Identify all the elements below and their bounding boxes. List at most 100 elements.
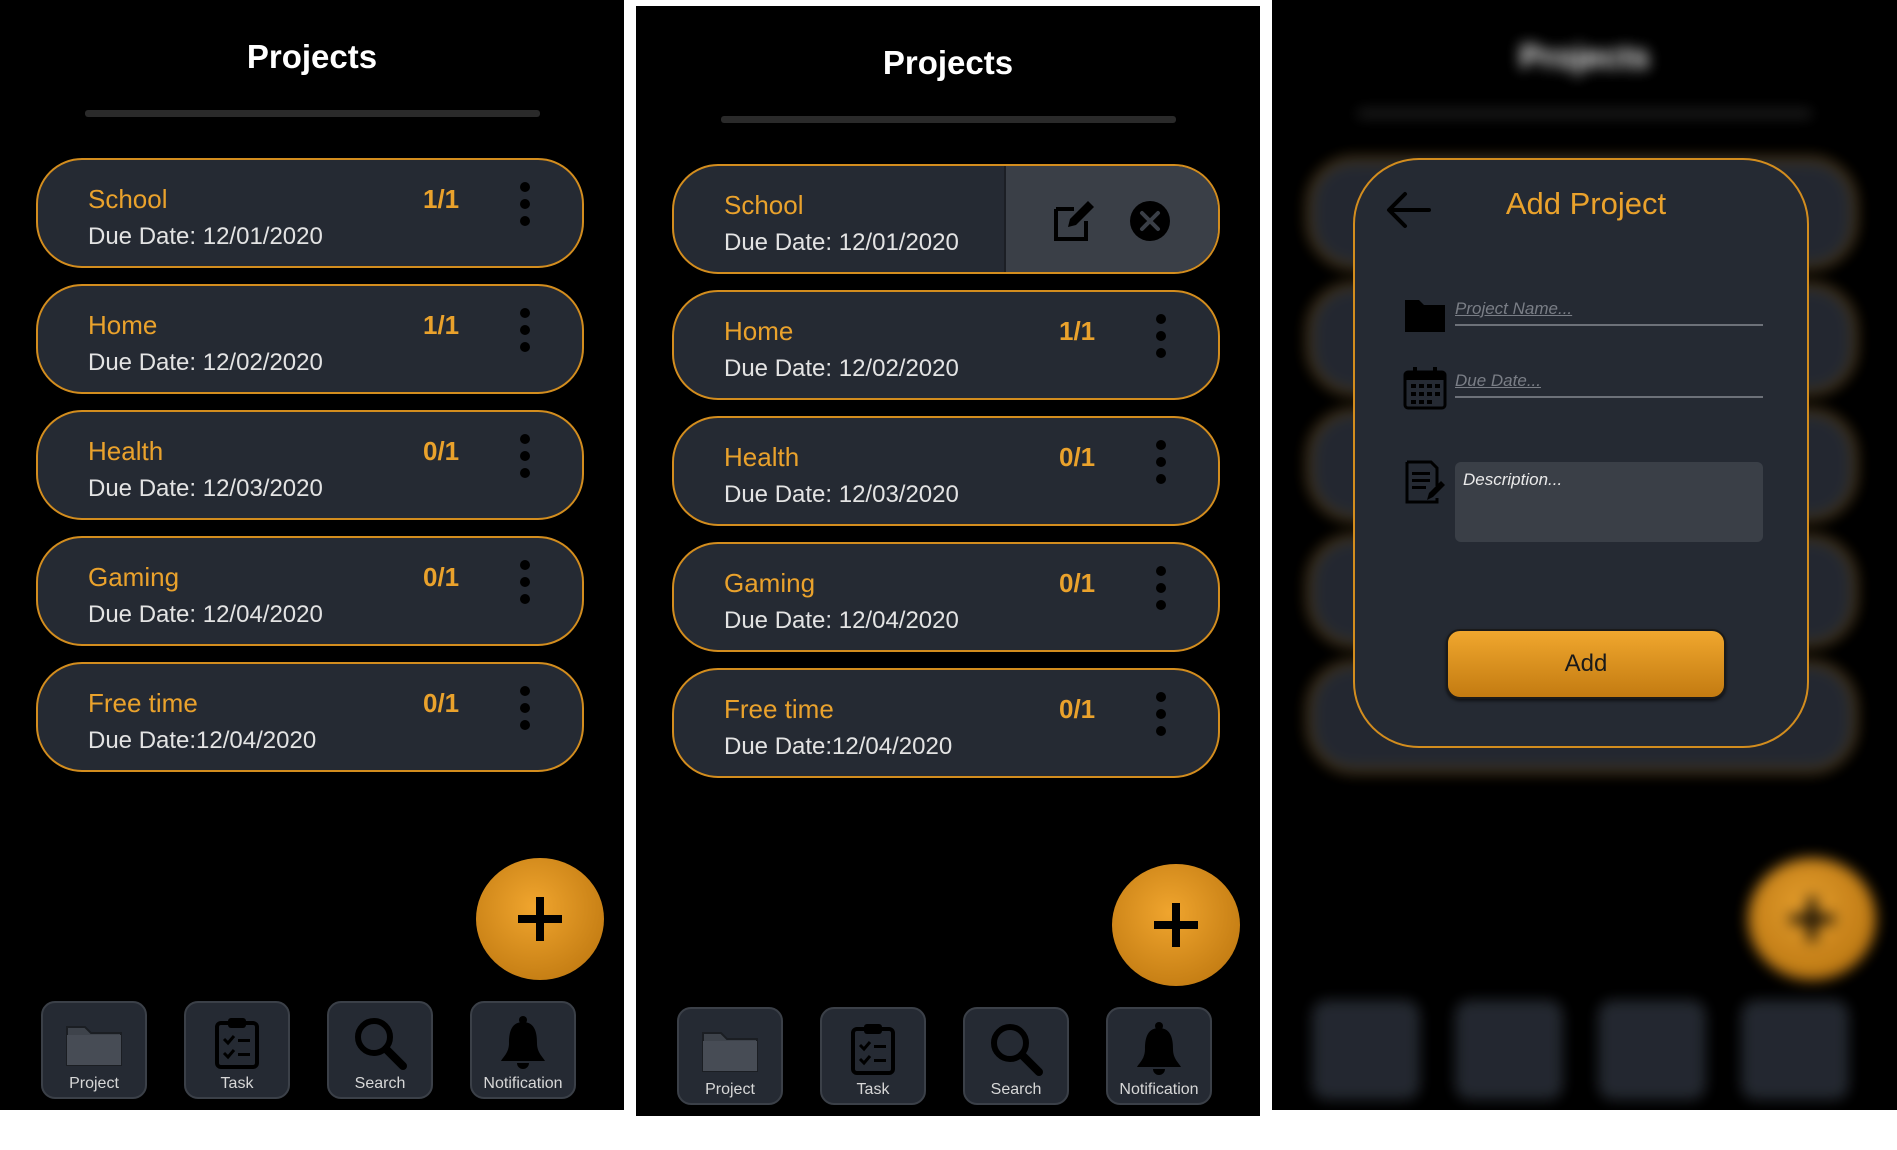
project-progress-count: 0/1 <box>423 688 460 718</box>
nav-label: Notification <box>483 1075 563 1092</box>
nav-task-button <box>1456 1001 1562 1099</box>
add-project-dialog: Add Project Add <box>1353 158 1809 748</box>
project-due-date: Due Date: 12/04/2020 <box>88 601 323 628</box>
project-card-health[interactable]: Health Due Date: 12/03/2020 0/1 <box>672 416 1220 526</box>
project-progress-count: 0/1 <box>423 436 460 466</box>
project-progress-count: 0/1 <box>1059 442 1096 472</box>
calendar-icon <box>1403 366 1447 410</box>
clipboard-icon <box>843 1021 903 1077</box>
nav-notification-button <box>1742 1001 1848 1099</box>
page-title: Projects <box>246 38 378 75</box>
add-project-button[interactable] <box>1112 864 1240 986</box>
bell-icon <box>493 1015 553 1071</box>
folder-icon <box>1403 294 1447 338</box>
projects-screen-swipe: Projects School Due Date: 12/01/2020 Hom… <box>636 6 1260 1116</box>
project-due-date: Due Date: 12/03/2020 <box>724 481 959 508</box>
project-progress-count: 1/1 <box>423 310 460 340</box>
project-card-health[interactable]: Health Due Date: 12/03/2020 0/1 <box>36 410 584 520</box>
add-button[interactable]: Add <box>1446 629 1726 699</box>
project-name: Health <box>724 442 800 472</box>
nav-task-button[interactable]: Task <box>184 1001 290 1099</box>
nav-task-button[interactable]: Task <box>820 1007 926 1105</box>
clipboard-icon <box>207 1015 267 1071</box>
dialog-title: Add Project <box>1505 186 1667 221</box>
project-due-date: Due Date:12/04/2020 <box>724 733 953 760</box>
delete-button[interactable] <box>1126 197 1174 245</box>
edit-button[interactable] <box>1050 197 1098 245</box>
project-card-school[interactable]: School Due Date: 12/01/2020 1/1 <box>36 158 584 268</box>
project-due-date: Due Date: 12/02/2020 <box>724 355 959 382</box>
nav-label: Search <box>354 1075 406 1092</box>
nav-label: Task <box>220 1075 254 1092</box>
project-card-gaming[interactable]: Gaming Due Date: 12/04/2020 0/1 <box>672 542 1220 652</box>
notes-icon <box>1403 460 1447 504</box>
more-options-icon[interactable] <box>1144 564 1178 612</box>
nav-notification-button[interactable]: Notification <box>1106 1007 1212 1105</box>
project-progress-count: 0/1 <box>1059 568 1096 598</box>
project-name: Health <box>88 436 164 466</box>
nav-label: Project <box>69 1075 119 1092</box>
project-progress-count: 0/1 <box>1059 694 1096 724</box>
more-options-icon[interactable] <box>508 558 542 606</box>
plus-icon <box>1790 897 1834 941</box>
folder-icon <box>64 1015 124 1071</box>
nav-project-button <box>1313 1001 1419 1099</box>
search-icon <box>350 1015 410 1071</box>
plus-icon <box>518 897 562 941</box>
project-name: Gaming <box>88 562 180 592</box>
project-name: Home <box>88 310 158 340</box>
more-options-icon[interactable] <box>508 306 542 354</box>
project-progress-count: 1/1 <box>1059 316 1096 346</box>
project-name: Free time <box>88 688 198 718</box>
nav-notification-button[interactable]: Notification <box>470 1001 576 1099</box>
plus-icon <box>1154 903 1198 947</box>
project-due-date: Due Date: 12/01/2020 <box>88 223 323 250</box>
page-title: Projects <box>1519 38 1650 75</box>
project-card-free-time[interactable]: Free time Due Date:12/04/2020 0/1 <box>672 668 1220 778</box>
project-name-field[interactable] <box>1455 294 1763 326</box>
project-name: Home <box>724 316 794 346</box>
nav-label: Notification <box>1119 1081 1199 1098</box>
more-options-icon[interactable] <box>508 432 542 480</box>
title-divider <box>721 116 1176 123</box>
project-due-date: Due Date: 12/01/2020 <box>724 229 959 256</box>
project-name: Gaming <box>724 568 816 598</box>
more-options-icon[interactable] <box>508 684 542 732</box>
more-options-icon[interactable] <box>1144 438 1178 486</box>
project-name: School <box>724 190 804 220</box>
project-card-home[interactable]: Home Due Date: 12/02/2020 1/1 <box>36 284 584 394</box>
project-name: Free time <box>724 694 834 724</box>
search-icon <box>986 1021 1046 1077</box>
add-project-screen: Projects Add Project Add <box>1272 0 1897 1110</box>
nav-project-button[interactable]: Project <box>41 1001 147 1099</box>
swipe-action-panel <box>1004 166 1218 272</box>
more-options-icon[interactable] <box>1144 690 1178 738</box>
description-field[interactable] <box>1455 462 1763 542</box>
add-project-button <box>1748 858 1876 980</box>
bell-icon <box>1129 1021 1189 1077</box>
more-options-icon[interactable] <box>1144 312 1178 360</box>
due-date-field[interactable] <box>1455 366 1763 398</box>
projects-screen: Projects School Due Date: 12/01/2020 1/1… <box>0 0 624 1110</box>
nav-project-button[interactable]: Project <box>677 1007 783 1105</box>
nav-label: Search <box>990 1081 1042 1098</box>
project-card-home[interactable]: Home Due Date: 12/02/2020 1/1 <box>672 290 1220 400</box>
project-due-date: Due Date: 12/04/2020 <box>724 607 959 634</box>
nav-search-button[interactable]: Search <box>963 1007 1069 1105</box>
project-progress-count: 1/1 <box>423 184 460 214</box>
project-progress-count: 0/1 <box>423 562 460 592</box>
page-title: Projects <box>882 44 1014 81</box>
project-card-gaming[interactable]: Gaming Due Date: 12/04/2020 0/1 <box>36 536 584 646</box>
title-divider <box>1357 110 1812 117</box>
project-card-free-time[interactable]: Free time Due Date:12/04/2020 0/1 <box>36 662 584 772</box>
more-options-icon[interactable] <box>508 180 542 228</box>
nav-label: Project <box>705 1081 755 1098</box>
project-card-school[interactable]: School Due Date: 12/01/2020 <box>672 164 1220 274</box>
project-due-date: Due Date: 12/03/2020 <box>88 475 323 502</box>
title-divider <box>85 110 540 117</box>
edit-icon <box>1054 201 1094 241</box>
nav-search-button[interactable]: Search <box>327 1001 433 1099</box>
project-name: School <box>88 184 168 214</box>
add-project-button[interactable] <box>476 858 604 980</box>
folder-icon <box>700 1021 760 1077</box>
